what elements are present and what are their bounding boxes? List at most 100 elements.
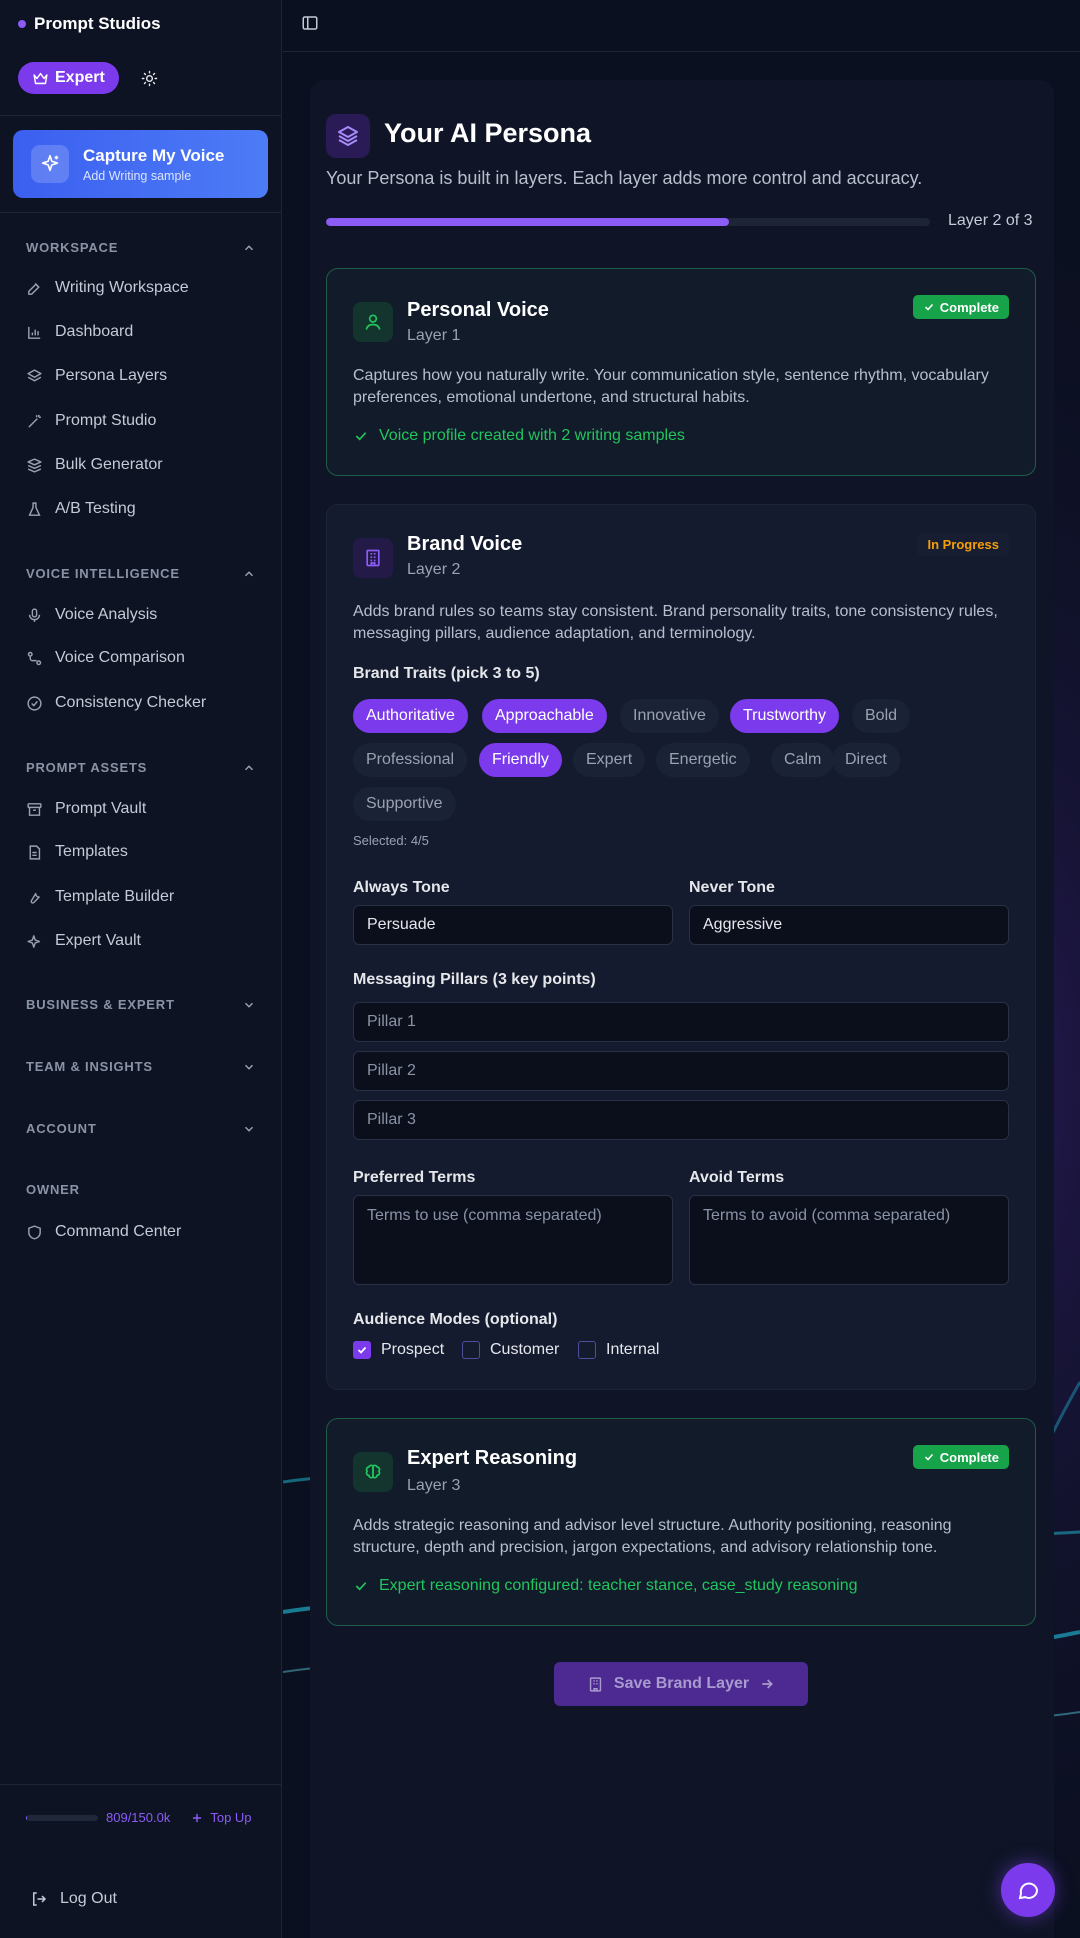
section-title: BUSINESS & EXPERT xyxy=(26,997,175,1012)
checkbox-label: Customer xyxy=(490,1341,560,1358)
section-business-expert[interactable]: BUSINESS & EXPERT xyxy=(26,997,256,1012)
messaging-pillars-label: Messaging Pillars (3 key points) xyxy=(353,971,596,988)
layer-card-brand-voice: Brand Voice Layer 2 In Progress Adds bra… xyxy=(326,504,1036,1390)
capture-voice-button[interactable]: Capture My Voice Add Writing sample xyxy=(13,130,268,198)
sidebar-item-persona-layers[interactable]: Persona Layers xyxy=(26,363,266,389)
section-title: PROMPT ASSETS xyxy=(26,760,148,775)
audience-prospect-checkbox[interactable]: Prospect xyxy=(353,1341,444,1359)
crown-icon xyxy=(33,72,48,84)
pillar-2-input[interactable]: Pillar 2 xyxy=(353,1051,1009,1091)
arrow-right-icon xyxy=(762,1679,773,1689)
sidebar-item-prompt-vault[interactable]: Prompt Vault xyxy=(26,796,266,822)
sidebar-item-expert-vault[interactable]: Expert Vault xyxy=(26,928,266,954)
section-account[interactable]: ACCOUNT xyxy=(26,1121,256,1136)
brand-traits-label: Brand Traits (pick 3 to 5) xyxy=(353,665,540,682)
sidebar-item-consistency-checker[interactable]: Consistency Checker xyxy=(26,690,266,716)
capture-text: Capture My Voice Add Writing sample xyxy=(83,146,224,183)
chat-button[interactable] xyxy=(1001,1863,1055,1917)
tier-badge[interactable]: Expert xyxy=(18,62,119,94)
section-workspace[interactable]: WORKSPACE xyxy=(26,240,256,255)
sidebar-toggle-button[interactable] xyxy=(301,14,319,32)
section-voice-intelligence[interactable]: VOICE INTELLIGENCE xyxy=(26,566,256,581)
sidebar-divider xyxy=(0,212,282,213)
building-icon xyxy=(589,1676,602,1692)
section-team-insights[interactable]: TEAM & INSIGHTS xyxy=(26,1059,256,1074)
always-tone-input[interactable]: Persuade xyxy=(353,905,673,945)
section-title: VOICE INTELLIGENCE xyxy=(26,566,180,581)
checkbox-label: Internal xyxy=(606,1341,660,1358)
trait-chip[interactable]: Friendly xyxy=(479,743,562,777)
user-icon xyxy=(365,314,381,330)
chevron-up-icon xyxy=(244,570,254,576)
layer-icon-box xyxy=(353,1452,393,1492)
sidebar-item-voice-comparison[interactable]: Voice Comparison xyxy=(26,645,266,671)
trait-chip[interactable]: Supportive xyxy=(353,787,456,821)
trait-chip[interactable]: Calm xyxy=(771,743,835,777)
avoid-terms-label: Avoid Terms xyxy=(689,1169,785,1186)
credits-text: 809/150.0k xyxy=(106,1810,171,1825)
layer-status-line: Voice profile created with 2 writing sam… xyxy=(353,427,685,445)
checkbox-label: Prospect xyxy=(381,1341,445,1358)
sidebar-item-voice-analysis[interactable]: Voice Analysis xyxy=(26,602,266,628)
archive-icon xyxy=(27,802,42,816)
trait-chip[interactable]: Professional xyxy=(353,743,468,777)
check-icon xyxy=(924,1453,933,1461)
trait-chip[interactable]: Trustworthy xyxy=(730,699,839,733)
checkbox-box xyxy=(353,1341,371,1359)
sidebar-item-templates[interactable]: Templates xyxy=(26,839,266,865)
layer-number: Layer 3 xyxy=(407,1477,461,1494)
trait-chip[interactable]: Innovative xyxy=(620,699,719,733)
layer-description: Adds strategic reasoning and advisor lev… xyxy=(353,1517,952,1556)
sidebar-item-bulk-generator[interactable]: Bulk Generator xyxy=(26,452,266,478)
section-prompt-assets[interactable]: PROMPT ASSETS xyxy=(26,760,256,775)
sidebar-item-label: Dashboard xyxy=(55,323,134,340)
layer-card-personal-voice: Personal Voice Layer 1 Complete Captures… xyxy=(326,268,1036,476)
trait-chip[interactable]: Authoritative xyxy=(353,699,468,733)
trait-chip[interactable]: Bold xyxy=(852,699,911,733)
capture-subtitle: Add Writing sample xyxy=(83,168,192,183)
sidebar-item-template-builder[interactable]: Template Builder xyxy=(26,884,266,910)
theme-toggle[interactable] xyxy=(137,65,163,91)
audience-internal-checkbox[interactable]: Internal xyxy=(578,1341,659,1359)
layer-name: Expert Reasoning xyxy=(407,1447,578,1469)
trait-chip[interactable]: Energetic xyxy=(656,743,750,777)
status-badge-label: Complete xyxy=(939,1449,999,1465)
tier-row: Expert xyxy=(18,62,163,94)
layer-progress-bar xyxy=(326,218,930,226)
credits: 809/150.0k Top Up xyxy=(26,1810,252,1825)
capture-title: Capture My Voice xyxy=(83,145,225,165)
trait-chip[interactable]: Approachable xyxy=(482,699,607,733)
sidebar-item-label: Prompt Vault xyxy=(55,800,147,817)
sidebar-item-writing-workspace[interactable]: Writing Workspace xyxy=(26,275,266,301)
save-brand-layer-button[interactable]: Save Brand Layer xyxy=(554,1662,808,1706)
file-text-icon xyxy=(29,844,41,860)
sun-icon xyxy=(142,70,158,86)
topbar xyxy=(283,0,1080,52)
check-icon xyxy=(355,432,367,441)
preferred-terms-label: Preferred Terms xyxy=(353,1169,476,1186)
never-tone-input[interactable]: Aggressive xyxy=(689,905,1009,945)
sidebar-item-ab-testing[interactable]: A/B Testing xyxy=(26,496,266,522)
pillar-1-input[interactable]: Pillar 1 xyxy=(353,1002,1009,1042)
logout-button[interactable]: Log Out xyxy=(30,1890,117,1908)
sidebar-item-command-center[interactable]: Command Center xyxy=(26,1219,266,1245)
sidebar-item-prompt-studio[interactable]: Prompt Studio xyxy=(26,408,266,434)
sidebar-item-dashboard[interactable]: Dashboard xyxy=(26,319,266,345)
app-name: Prompt Studios xyxy=(34,14,161,33)
trait-chip[interactable]: Direct xyxy=(832,743,900,777)
persona-icon-box xyxy=(326,114,370,158)
message-circle-icon xyxy=(1018,1882,1039,1900)
section-owner: OWNER xyxy=(26,1182,256,1197)
preferred-terms-input[interactable]: Terms to use (comma separated) xyxy=(353,1195,673,1285)
avoid-terms-input[interactable]: Terms to avoid (comma separated) xyxy=(689,1195,1009,1285)
sidebar-item-label: Prompt Studio xyxy=(55,412,157,429)
trait-chip[interactable]: Expert xyxy=(573,743,646,777)
check-icon xyxy=(355,1582,367,1591)
top-up-button[interactable]: Top Up xyxy=(190,1810,252,1825)
pillar-3-input[interactable]: Pillar 3 xyxy=(353,1100,1009,1140)
audience-modes-label: Audience Modes (optional) xyxy=(353,1311,558,1328)
sidebar-item-label: Bulk Generator xyxy=(55,456,163,473)
layer-description: Captures how you naturally write. Your c… xyxy=(353,367,989,406)
audience-customer-checkbox[interactable]: Customer xyxy=(462,1341,559,1359)
panel-left-icon xyxy=(302,16,318,30)
